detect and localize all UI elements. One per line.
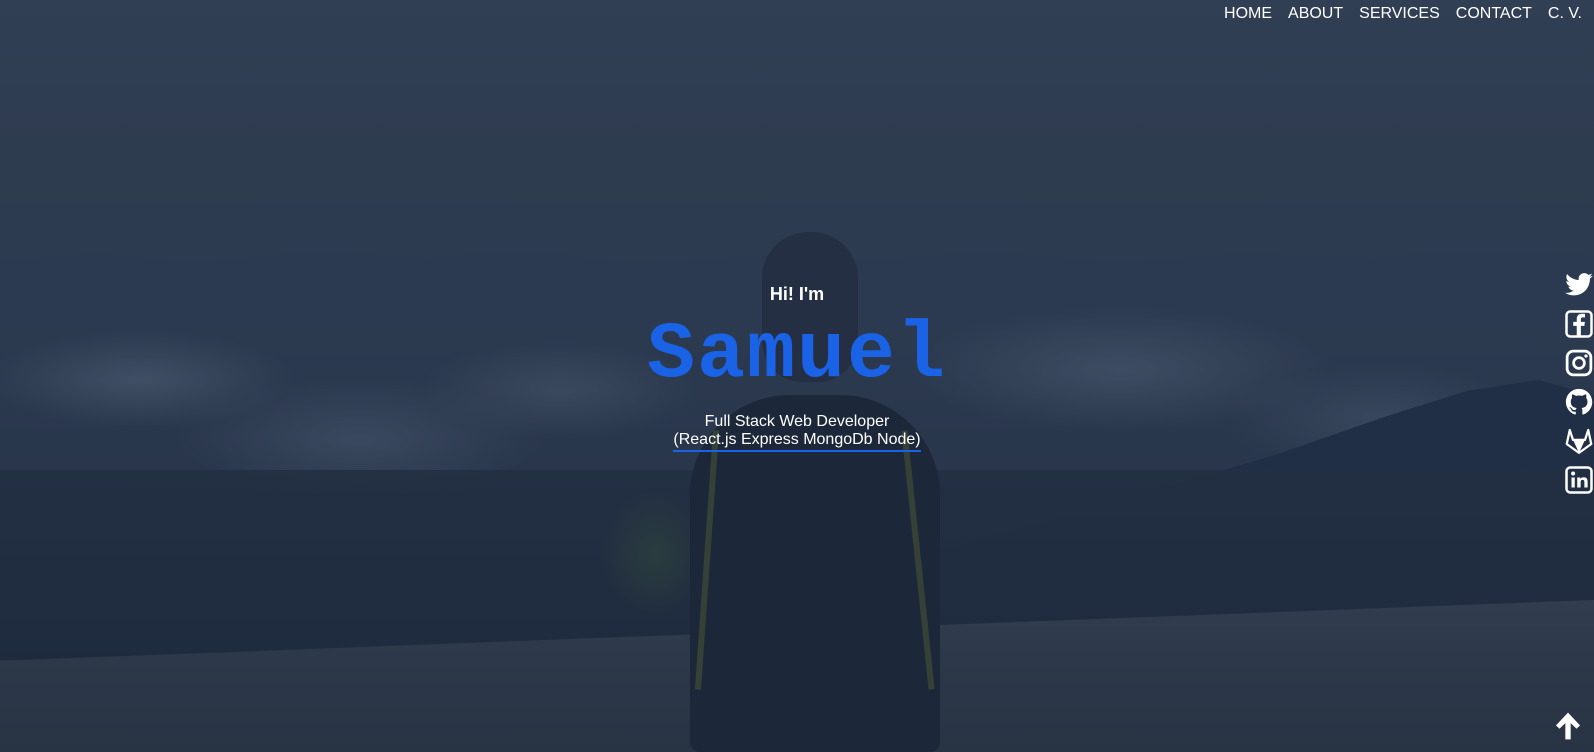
arrow-up-icon: [1556, 712, 1580, 740]
instagram-icon[interactable]: [1564, 348, 1594, 378]
gitlab-icon[interactable]: [1564, 426, 1594, 456]
scroll-to-top-button[interactable]: [1552, 710, 1584, 742]
linkedin-icon[interactable]: [1564, 465, 1594, 495]
facebook-icon[interactable]: [1564, 309, 1594, 339]
nav-cv[interactable]: C. V.: [1540, 5, 1590, 23]
role-block: Full Stack Web Developer (React.js Expre…: [0, 413, 1594, 452]
tech-stack: (React.js Express MongoDb Node): [673, 431, 921, 452]
twitter-icon[interactable]: [1564, 270, 1594, 300]
hero-name: Samuel: [646, 310, 948, 401]
role-title: Full Stack Web Developer: [704, 413, 890, 430]
nav-contact[interactable]: CONTACT: [1448, 5, 1540, 23]
nav-about[interactable]: ABOUT: [1280, 5, 1351, 23]
github-icon[interactable]: [1564, 387, 1594, 417]
nav-services[interactable]: SERVICES: [1351, 5, 1448, 23]
main-nav: HOME ABOUT SERVICES CONTACT C. V.: [1216, 5, 1590, 23]
greeting: Hi! I'm: [769, 284, 825, 304]
hero-section: HOME ABOUT SERVICES CONTACT C. V. Hi! I'…: [0, 0, 1594, 752]
social-links: [1564, 270, 1594, 495]
nav-home[interactable]: HOME: [1216, 5, 1280, 23]
